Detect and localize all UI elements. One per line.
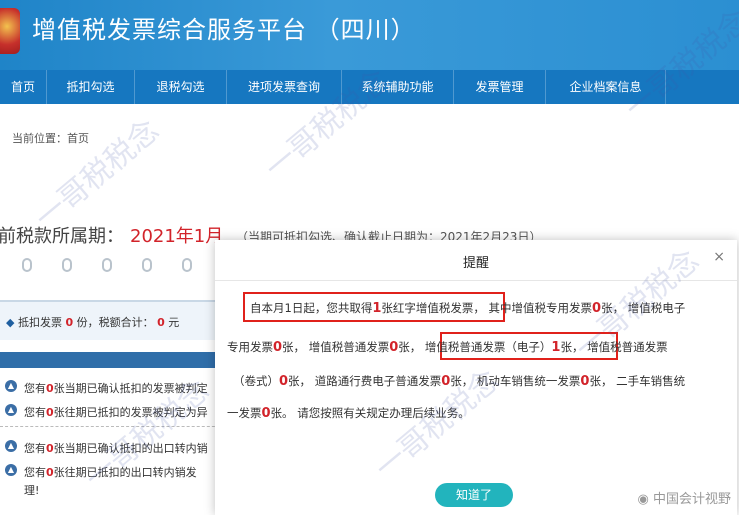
nav-refund-select[interactable]: 退税勾选 xyxy=(135,70,227,104)
source-credit: ◉ 中国会计视野 xyxy=(637,492,732,507)
main-nav: 首页 抵扣勾选 退税勾选 进项发票查询 系统辅助功能 发票管理 企业档案信息 xyxy=(0,70,739,104)
summary-unit: 元 xyxy=(168,316,180,329)
nav-home[interactable]: 首页 xyxy=(0,70,47,104)
period-value: 2021年1月 xyxy=(130,226,224,247)
nav-system-tools[interactable]: 系统辅助功能 xyxy=(342,70,454,104)
diamond-icon: ◆ xyxy=(6,316,15,329)
bell-icon: ▲ xyxy=(5,440,17,452)
deduction-summary: ◆ 抵扣发票 0 份，税额合计： 0 元 xyxy=(0,300,230,340)
ok-button[interactable]: 知道了 xyxy=(435,483,513,507)
nav-deduction-select[interactable]: 抵扣勾选 xyxy=(47,70,135,104)
notice-tail: 理! xyxy=(24,484,40,497)
app-header: 增值税发票综合服务平台 （四川） xyxy=(0,0,739,70)
summary-count: 0 xyxy=(65,316,74,329)
reminder-dialog: 提醒 × 自本月1日起，您共取得1张红字增值税发票， 其中增值税专用发票0张， … xyxy=(215,240,737,515)
dialog-line-4: 一发票0张。 请您按照有关规定办理后续业务。 xyxy=(227,406,470,421)
notice-item[interactable]: ▲ 您有0张往期已抵扣的发票被判定为异 xyxy=(0,400,230,422)
dialog-body: 自本月1日起，您共取得1张红字增值税发票， 其中增值税专用发票0张， 增值税电子… xyxy=(215,280,737,515)
dialog-header: 提醒 × xyxy=(215,240,737,281)
bell-icon: ▲ xyxy=(5,380,17,392)
nav-invoice-management[interactable]: 发票管理 xyxy=(454,70,546,104)
nav-company-profile[interactable]: 企业档案信息 xyxy=(546,70,666,104)
dialog-title: 提醒 xyxy=(462,256,489,271)
bell-icon: ▲ xyxy=(5,464,17,476)
summary-label: 抵扣发票 xyxy=(17,316,62,329)
close-icon[interactable]: × xyxy=(713,249,725,265)
notice-item[interactable]: ▲ 您有0张当期已确认抵扣的出口转内销 xyxy=(0,436,230,458)
breadcrumb: 当前位置：首页 xyxy=(12,132,89,145)
notice-item[interactable]: ▲ 您有0张当期已确认抵扣的发票被判定 xyxy=(0,376,230,398)
nav-input-invoice-query[interactable]: 进项发票查询 xyxy=(227,70,342,104)
divider xyxy=(0,426,230,427)
section-bar xyxy=(0,352,230,368)
dialog-line-3: （卷式）0张， 道路通行费电子普通发票0张， 机动车销售统一发票0张， 二手车销… xyxy=(233,374,686,389)
period-label: 前税款所属期： xyxy=(0,226,124,247)
summary-label-2: 份，税额合计： xyxy=(76,316,154,329)
dialog-line-1: 自本月1日起，您共取得1张红字增值税发票， 其中增值税专用发票0张， 增值税电子 xyxy=(250,301,686,316)
summary-amount: 0 xyxy=(157,316,165,329)
app-title: 增值税发票综合服务平台 （四川） xyxy=(32,16,416,44)
tax-emblem-logo xyxy=(0,8,20,54)
weibo-icon: ◉ xyxy=(637,492,653,507)
dialog-line-2: 专用发票0张， 增值税普通发票0张， 增值税普通发票（电子）1张， 增值税普通发… xyxy=(227,340,668,355)
bell-icon: ▲ xyxy=(5,404,17,416)
